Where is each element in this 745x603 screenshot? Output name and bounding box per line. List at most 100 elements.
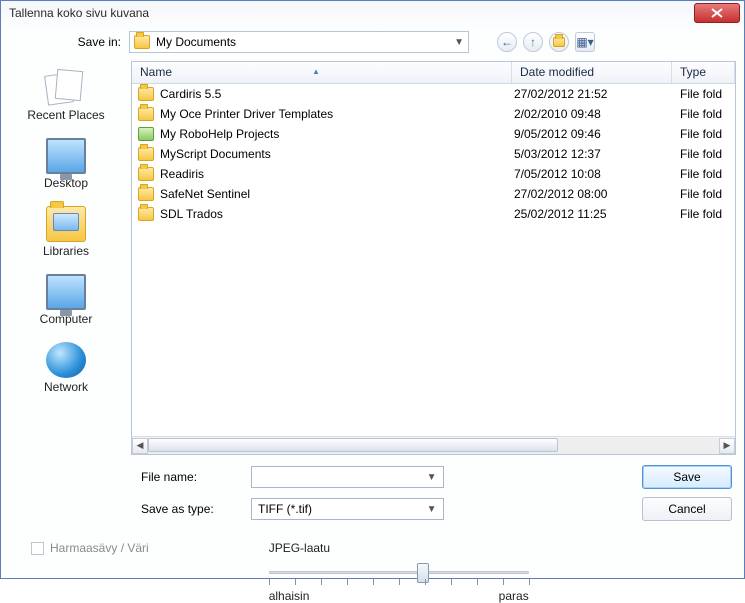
place-libraries[interactable]: Libraries [11,201,121,267]
file-type: File fold [680,87,729,101]
file-date: 7/05/2012 10:08 [514,167,674,181]
table-row[interactable]: SDL Trados25/02/2012 11:25File fold [132,204,735,224]
grayscale-label: Harmaasävy / Väri [50,541,149,555]
checkbox-icon [31,542,44,555]
slider-tick [451,579,452,585]
scroll-thumb[interactable] [148,438,558,452]
save-button[interactable]: Save [642,465,732,489]
up-button[interactable]: ↑ [523,32,543,52]
place-label: Network [44,380,88,394]
places-bar: Recent Places Desktop Libraries Computer… [1,59,131,457]
slider-tick [269,579,270,585]
folder-icon [138,187,154,201]
file-name: Readiris [160,167,204,181]
folder-icon [134,35,150,49]
file-date: 9/05/2012 09:46 [514,127,674,141]
quality-lowest-label: alhaisin [269,589,310,603]
slider-tick [347,579,348,585]
table-row[interactable]: My Oce Printer Driver Templates2/02/2010… [132,104,735,124]
table-row[interactable]: My RoboHelp Projects 9/05/2012 09:46 File … [132,124,735,144]
slider-tick [503,579,504,585]
back-button[interactable]: ← [497,32,517,52]
quality-best-label: paras [499,589,529,603]
table-row[interactable]: SafeNet Sentinel27/02/2012 08:00File fol… [132,184,735,204]
file-date: 27/02/2012 21:52 [514,87,674,101]
file-type: File fold [680,107,729,121]
save-dialog: Tallenna koko sivu kuvana Save in: My Do… [0,0,745,579]
back-icon: ← [501,35,513,49]
table-row[interactable]: Cardiris 5.5 27/02/2012 21:52 File fold [132,84,735,104]
bottom-panel: File name: ▼ Save Save as type: TIFF (*.… [1,457,744,537]
file-name: MyScript Documents [160,147,271,161]
jpeg-quality-label: JPEG-laatu [269,541,529,555]
file-name: My RoboHelp Projects [160,127,279,141]
col-type[interactable]: Type [672,62,735,83]
new-folder-button[interactable] [549,32,569,52]
grayscale-checkbox[interactable]: Harmaasävy / Väri [31,541,149,555]
footer: Harmaasävy / Väri JPEG-laatu alhaisin pa… [1,537,744,603]
close-button[interactable] [694,3,740,23]
file-list: Name Date modified Type Cardiris 5.5 27/0… [131,61,736,455]
file-name: SDL Trados [160,207,223,221]
computer-icon [46,274,86,310]
slider-tick [529,579,530,585]
scroll-track[interactable] [148,438,719,454]
file-type: File fold [680,147,729,161]
scroll-left-icon[interactable]: ◀ [132,438,148,454]
desktop-icon [46,138,86,174]
table-row[interactable]: Readiris 7/05/2012 10:08 File fold [132,164,735,184]
chevron-down-icon: ▼ [427,472,437,483]
file-rows: Cardiris 5.527/02/2012 21:52File foldMy … [132,84,735,436]
place-computer[interactable]: Computer [11,269,121,335]
chevron-down-icon: ▼ [427,504,437,515]
save-in-combo[interactable]: My Documents ▼ [129,31,469,53]
save-as-type-label: Save as type: [141,502,241,516]
slider-thumb[interactable] [417,563,429,583]
cancel-button-label: Cancel [668,502,705,516]
up-icon: ↑ [530,35,536,49]
file-type: File fold [680,207,729,221]
save-in-value: My Documents [156,35,236,49]
folder-icon [138,147,154,161]
save-as-type-value: TIFF (*.tif) [258,502,312,516]
file-name: Cardiris 5.5 [160,87,221,101]
file-type: File fold [680,167,729,181]
col-date[interactable]: Date modified [512,62,672,83]
place-recent[interactable]: Recent Places [11,65,121,131]
file-name-label: File name: [141,470,241,484]
file-date: 5/03/2012 12:37 [514,147,674,161]
folder-icon [138,167,154,181]
toolbar-icons: ← ↑ ▦▾ [497,32,595,52]
place-desktop[interactable]: Desktop [11,133,121,199]
file-date: 27/02/2012 08:00 [514,187,674,201]
new-folder-icon [553,37,565,47]
network-icon [46,342,86,378]
jpeg-quality-slider[interactable] [269,559,529,587]
save-button-label: Save [673,470,700,484]
file-name-input[interactable]: ▼ [251,466,444,488]
slider-tick [295,579,296,585]
table-row[interactable]: MyScript Documents 5/03/2012 12:37 File fo… [132,144,735,164]
window-title: Tallenna koko sivu kuvana [5,6,694,20]
slider-tick [399,579,400,585]
save-in-label: Save in: [61,35,121,49]
titlebar: Tallenna koko sivu kuvana [1,1,744,25]
slider-tick [477,579,478,585]
recent-places-icon [46,70,86,106]
place-label: Recent Places [27,108,104,122]
view-menu-button[interactable]: ▦▾ [575,32,595,52]
cancel-button[interactable]: Cancel [642,497,732,521]
horizontal-scrollbar[interactable]: ◀ ▶ [132,436,735,454]
location-row: Save in: My Documents ▼ ← ↑ ▦▾ [1,25,744,59]
place-label: Libraries [43,244,89,258]
place-network[interactable]: Network [11,337,121,403]
libraries-icon [46,206,86,242]
file-type: File fold [680,127,729,141]
file-type: File fold [680,187,729,201]
slider-tick [425,579,426,585]
robohelp-icon [138,127,154,141]
save-as-type-combo[interactable]: TIFF (*.tif) ▼ [251,498,444,520]
scroll-right-icon[interactable]: ▶ [719,438,735,454]
col-name[interactable]: Name [132,62,512,83]
folder-icon [138,107,154,121]
